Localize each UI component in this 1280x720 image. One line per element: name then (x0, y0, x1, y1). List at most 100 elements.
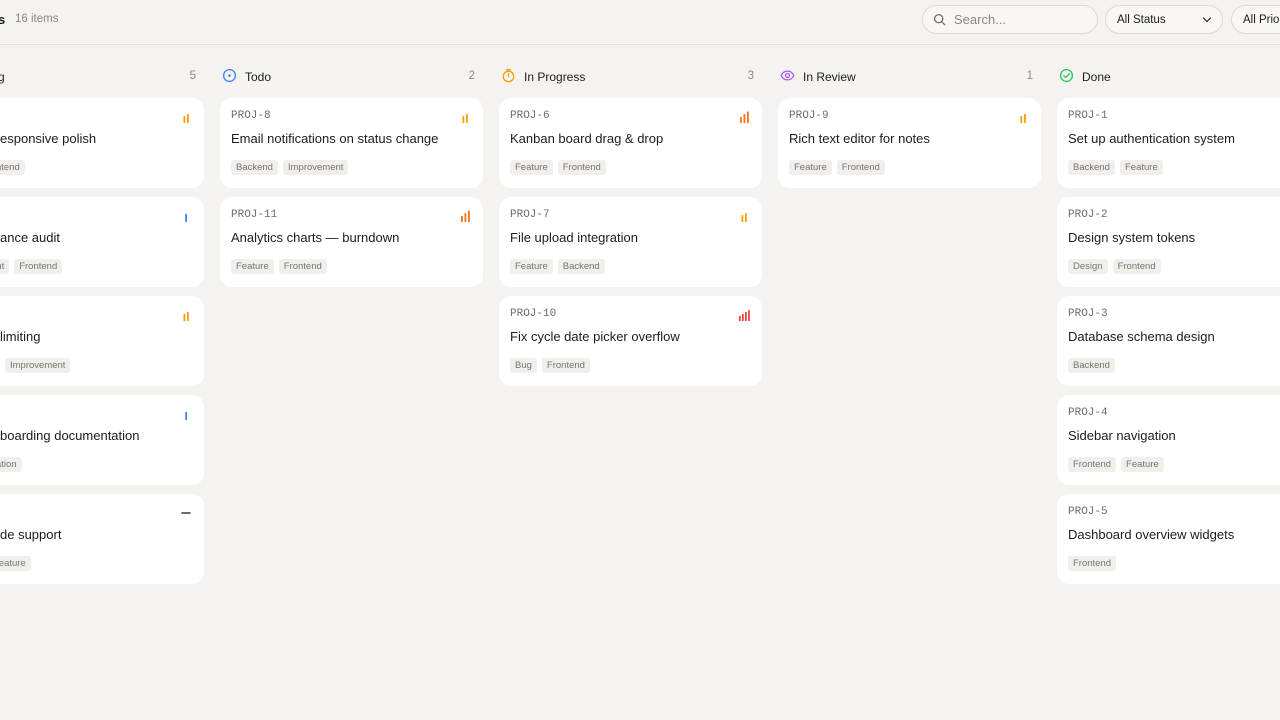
tag-label: ntend (0, 160, 25, 175)
tag-label: Frontend (1068, 556, 1117, 571)
search-input[interactable] (954, 12, 1084, 27)
column-in-review: In Review 1 PROJ-9 Rich text editor for n… (778, 62, 1041, 188)
task-title: esponsive polish (0, 131, 97, 146)
task-card[interactable]: PROJ-7 File upload integration Feature Back… (499, 197, 762, 287)
task-tags: Feature (0, 556, 31, 571)
tag-label: Backend (557, 259, 605, 274)
task-id: PROJ-7 (510, 209, 550, 221)
urgent-priority-icon (739, 310, 750, 321)
task-card[interactable]: PROJ-10 Fix cycle date picker overflow Bug… (499, 296, 762, 386)
task-tags: Design Frontend (1068, 259, 1161, 274)
search-box[interactable] (922, 5, 1098, 34)
tag-label: Feature (510, 160, 553, 175)
task-tags: ent Frontend (0, 259, 63, 274)
priority-filter-value: All Priori (1243, 13, 1280, 26)
tag-label: ent (0, 259, 10, 274)
task-card[interactable]: PROJ-6 Kanban board drag & drop Feature Fro… (499, 98, 762, 188)
priority-filter-select[interactable]: All Priori (1231, 5, 1280, 34)
task-id: PROJ-6 (510, 110, 550, 122)
status-filter-select[interactable]: All Status (1105, 5, 1223, 34)
tag-label: Frontend (278, 259, 327, 274)
task-title: Fix cycle date picker overflow (510, 329, 680, 344)
tag-label: Backend (1068, 160, 1115, 175)
task-tags: ntend (0, 160, 25, 175)
tag-label: Improvement (282, 160, 349, 175)
task-title: Design system tokens (1068, 230, 1196, 245)
tag-label: Frontend (836, 160, 885, 175)
task-card[interactable]: esponsive polish ntend (0, 98, 204, 188)
medium-priority-icon (183, 114, 189, 123)
no-priority-icon (181, 512, 191, 514)
column-header: g 5 (0, 62, 204, 90)
task-tags: Feature Backend (510, 259, 605, 274)
status-filter-value: All Status (1117, 13, 1166, 26)
task-tags: Backend (1068, 358, 1115, 373)
task-tags: Frontend (1068, 556, 1117, 571)
eye-icon (780, 70, 795, 81)
task-card[interactable]: PROJ-9 Rich text editor for notes Feature F… (778, 98, 1041, 188)
high-priority-icon (461, 210, 470, 222)
column-in-progress: In Progress 3 PROJ-6 Kanban board drag & … (499, 62, 762, 386)
task-title: ance audit (0, 230, 60, 245)
task-card[interactable]: limiting Improvement (0, 296, 204, 386)
column-header: In Progress 3 (499, 62, 762, 90)
column-title: Todo (245, 70, 272, 84)
task-title: Database schema design (1068, 329, 1215, 344)
task-card[interactable]: PROJ-11 Analytics charts — burndown Featur… (220, 197, 483, 287)
column-header: In Review 1 (778, 62, 1041, 90)
todo-circle-icon (222, 68, 237, 83)
column-done: Done PROJ-1 Set up authentication system B… (1057, 62, 1280, 584)
tag-label: Frontend (541, 358, 590, 373)
tag-label: Feature (510, 259, 553, 274)
task-card[interactable]: PROJ-8 Email notifications on status chan… (220, 98, 483, 188)
task-card[interactable]: PROJ-5 Dashboard overview widgets Frontend (1057, 494, 1280, 584)
low-priority-icon (185, 214, 187, 222)
tag-label: Feature (0, 556, 31, 571)
task-title: Sidebar navigation (1068, 428, 1176, 443)
tag-label: Frontend (1112, 259, 1161, 274)
tag-label: ation (0, 457, 22, 472)
task-card[interactable]: PROJ-4 Sidebar navigation Frontend Feature (1057, 395, 1280, 485)
column-header: Done (1057, 62, 1280, 90)
tag-label: Feature (1121, 457, 1164, 472)
task-card[interactable]: PROJ-1 Set up authentication system Backen… (1057, 98, 1280, 188)
task-title: Analytics charts — burndown (231, 230, 400, 245)
task-card[interactable]: boarding documentation ation (0, 395, 204, 485)
low-priority-icon (185, 412, 187, 420)
tag-label: Backend (231, 160, 278, 175)
medium-priority-icon (183, 312, 189, 321)
task-id: PROJ-2 (1068, 209, 1108, 221)
task-card[interactable]: PROJ-3 Database schema design Backend (1057, 296, 1280, 386)
search-icon (933, 13, 946, 26)
tag-label: Frontend (14, 259, 63, 274)
high-priority-icon (740, 111, 749, 123)
task-title: Email notifications on status change (231, 131, 439, 146)
task-tags: Feature Frontend (510, 160, 606, 175)
task-title: Kanban board drag & drop (510, 131, 664, 146)
item-count: 16 items (15, 13, 59, 25)
task-title: boarding documentation (0, 428, 140, 443)
tag-label: Feature (1119, 160, 1163, 175)
task-title: Set up authentication system (1068, 131, 1235, 146)
task-id: PROJ-11 (231, 209, 278, 221)
tag-label: Frontend (557, 160, 606, 175)
column-title: In Review (803, 70, 856, 84)
top-bar: s 16 items All Status All Priori (0, 0, 1280, 45)
task-card[interactable]: PROJ-2 Design system tokens Design Frontend (1057, 197, 1280, 287)
task-card[interactable]: ance audit ent Frontend (0, 197, 204, 287)
task-id: PROJ-9 (789, 110, 829, 122)
task-card[interactable]: de support Feature (0, 494, 204, 584)
medium-priority-icon (741, 213, 747, 222)
column-header: Todo 2 (220, 62, 483, 90)
medium-priority-icon (1020, 114, 1026, 123)
task-title: de support (0, 527, 62, 542)
task-id: PROJ-1 (1068, 110, 1108, 122)
page-title: s (0, 12, 6, 27)
column-count: 3 (747, 70, 754, 82)
column-title: Done (1082, 70, 1111, 84)
task-title: Rich text editor for notes (789, 131, 930, 146)
task-tags: Feature Frontend (789, 160, 885, 175)
column-count: 5 (189, 70, 196, 82)
chevron-down-icon (1202, 17, 1212, 23)
column-count: 1 (1026, 70, 1033, 82)
